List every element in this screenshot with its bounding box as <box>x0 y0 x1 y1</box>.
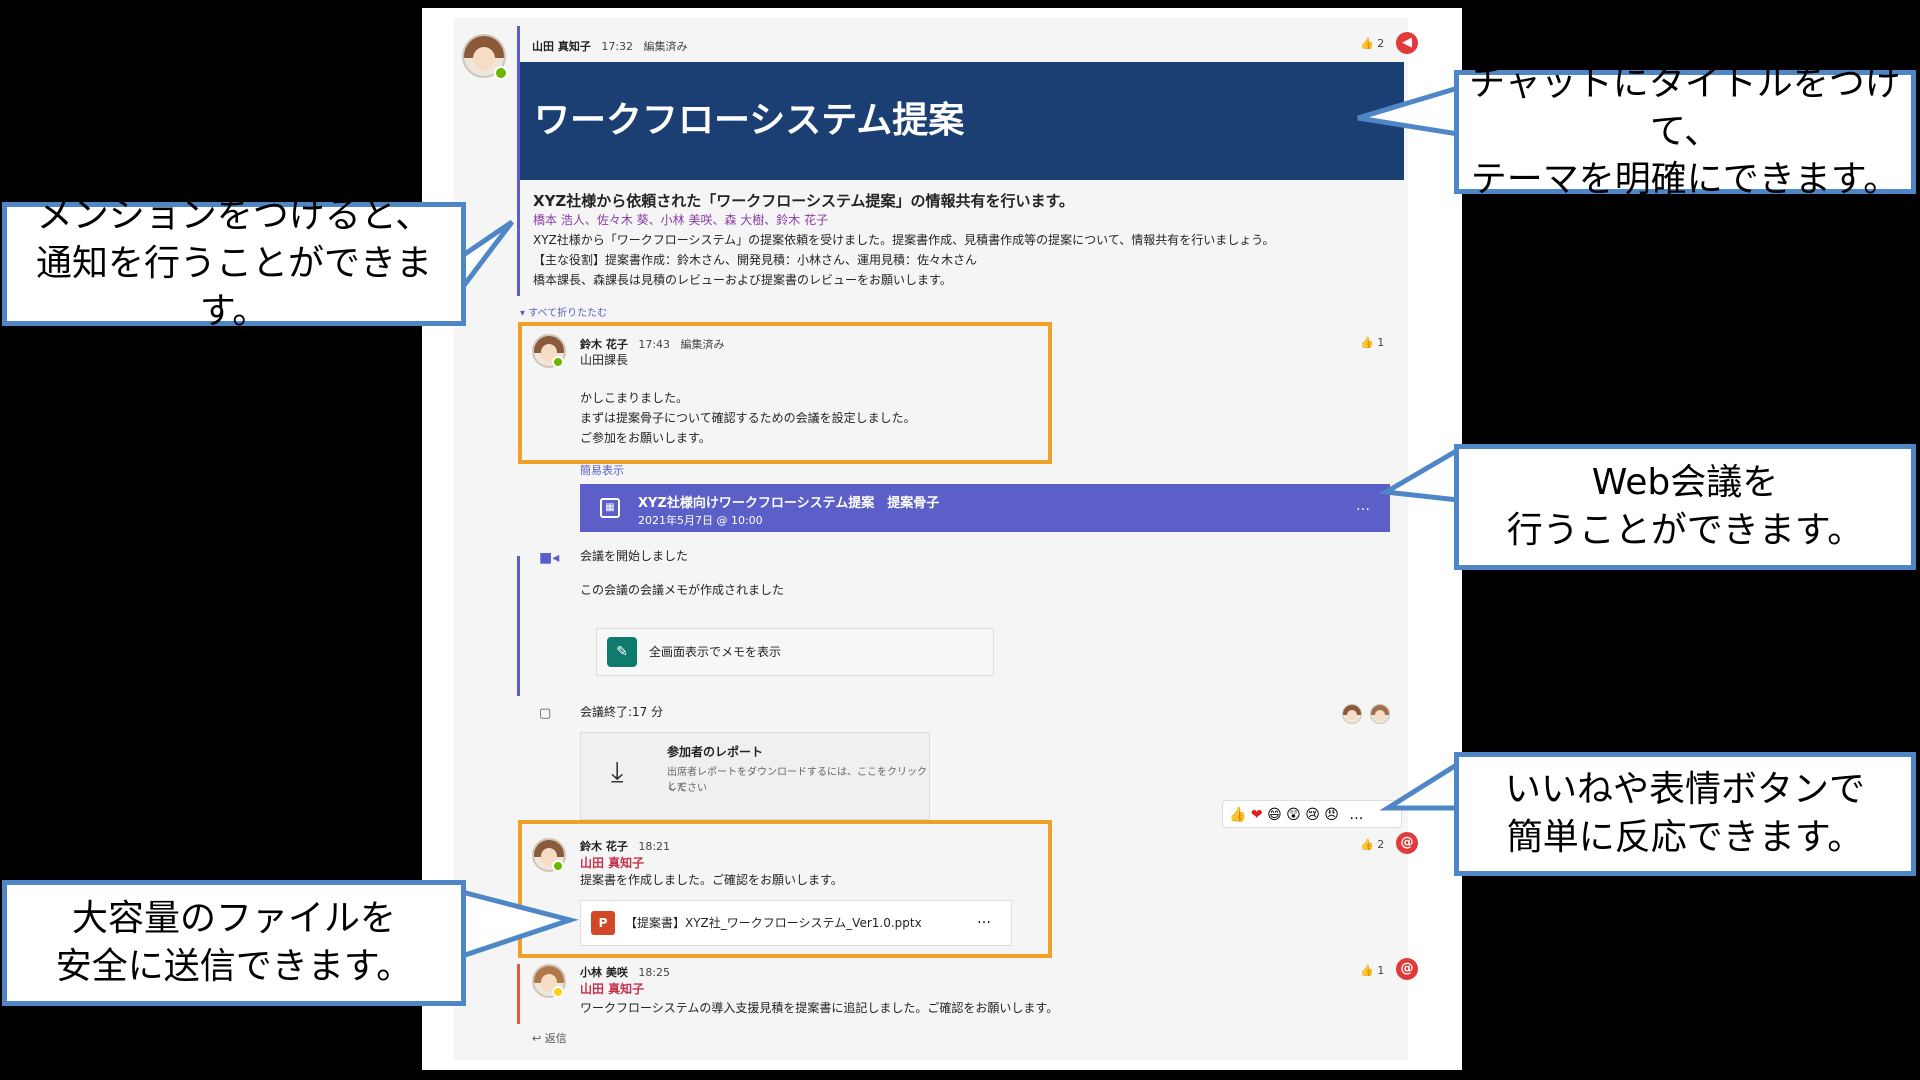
arrow-web <box>1378 445 1461 503</box>
callout-file: 大容量のファイルを 安全に送信できます。 <box>2 880 466 1006</box>
callout-text: メンションをつけると、 <box>36 195 432 236</box>
arrow-mention <box>459 219 514 296</box>
callout-text: 通知を行うことができます。 <box>35 243 432 332</box>
callout-text: 大容量のファイルを <box>71 898 396 939</box>
arrow-title <box>1357 84 1461 137</box>
callout-text: 簡単に反応できます。 <box>1506 817 1864 858</box>
callout-reactions: いいねや表情ボタンで 簡単に反応できます。 <box>1454 752 1916 876</box>
callout-mention: メンションをつけると、 通知を行うことができます。 <box>2 195 466 332</box>
arrow-react <box>1379 759 1461 811</box>
callout-text: Web会議を <box>1591 462 1779 503</box>
callout-text: 安全に送信できます。 <box>55 946 413 987</box>
callout-title: チャットにタイトルをつけて、 テーマを明確にできます。 <box>1454 63 1916 200</box>
callout-text: テーマを明確にできます。 <box>1470 159 1900 200</box>
callout-text: 行うことができます。 <box>1506 510 1864 551</box>
callout-web-meeting: Web会議を 行うことができます。 <box>1454 444 1916 570</box>
callout-text: チャットにタイトルをつけて、 <box>1469 63 1901 152</box>
arrow-file <box>459 888 579 960</box>
callout-text: いいねや表情ボタンで <box>1504 769 1865 810</box>
